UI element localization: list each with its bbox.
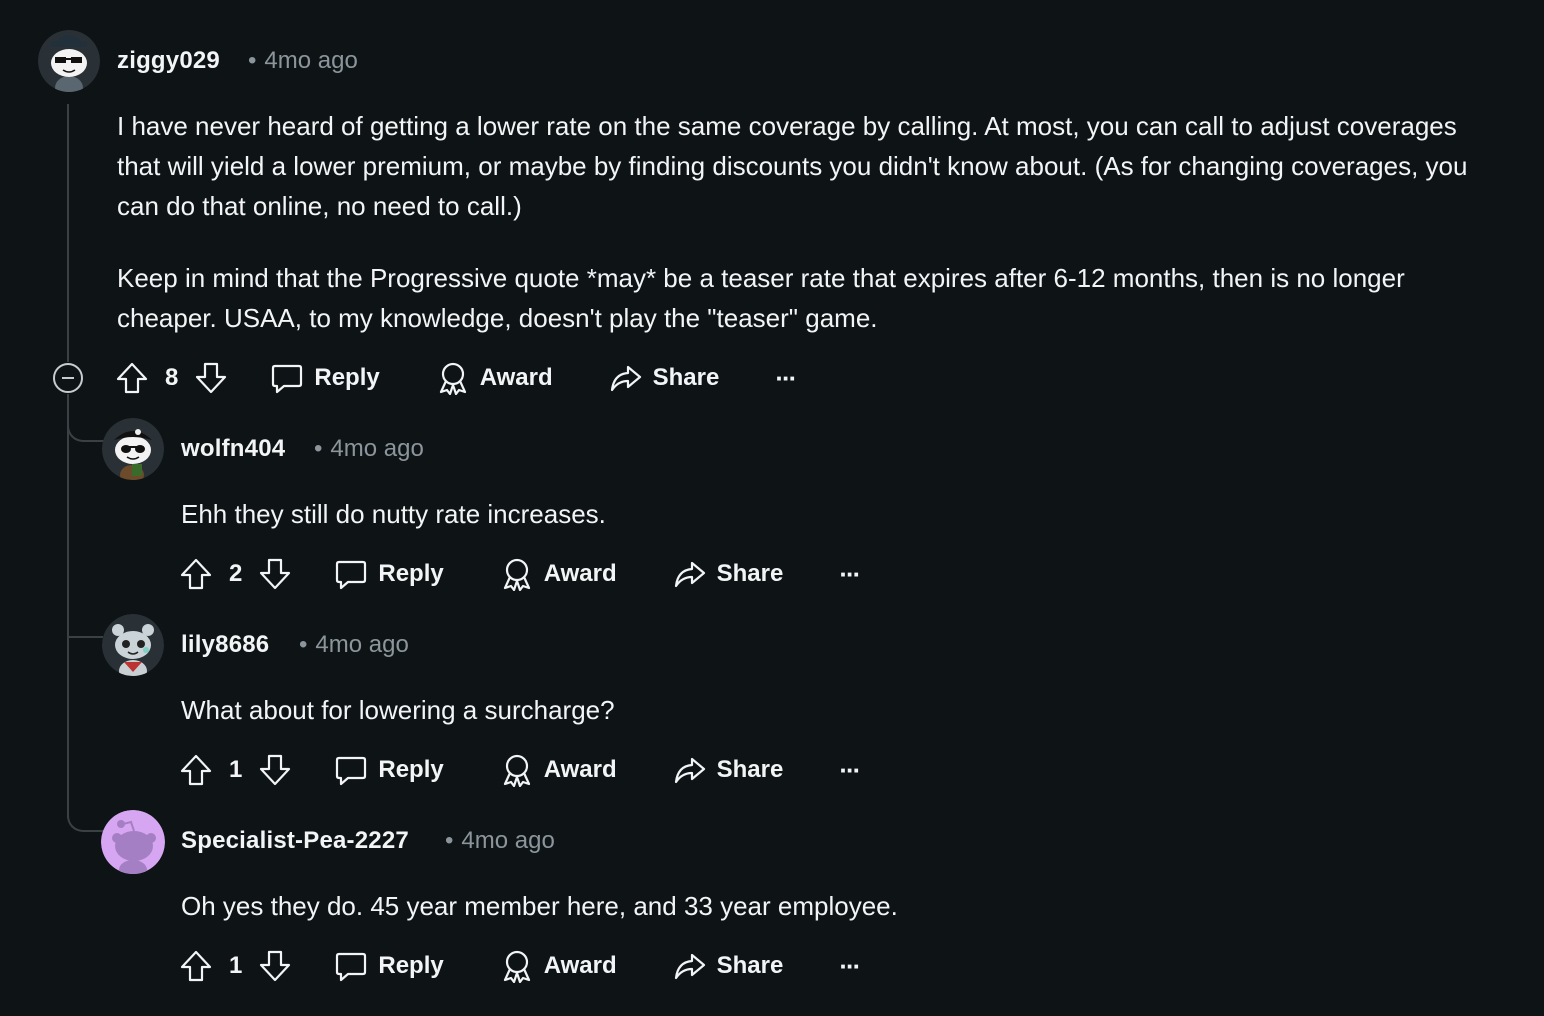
more-options-button[interactable]: ··· <box>775 363 797 394</box>
comment-bubble-icon <box>272 364 303 394</box>
award-button[interactable]: Award <box>500 753 617 787</box>
downvote-icon <box>260 950 291 982</box>
downvote-icon <box>196 362 227 394</box>
thread-elbow <box>67 790 105 832</box>
collapse-thread-button[interactable] <box>53 363 83 393</box>
comment-paragraph: I have never heard of getting a lower ra… <box>117 111 1468 221</box>
comment-body: What about for lowering a surcharge? <box>181 690 1481 730</box>
share-label: Share <box>716 756 784 783</box>
username[interactable]: wolfn404 <box>181 435 285 463</box>
downvote-button[interactable] <box>258 753 292 787</box>
reply-button[interactable]: Reply <box>334 949 444 983</box>
award-icon <box>503 754 530 787</box>
comment-meta: • 4mo ago <box>248 47 358 75</box>
timestamp[interactable]: 4mo ago <box>315 631 408 658</box>
thread-elbow <box>67 592 103 638</box>
username[interactable]: lily8686 <box>181 631 269 659</box>
more-options-button[interactable]: ··· <box>839 951 861 982</box>
username[interactable]: ziggy029 <box>117 47 220 75</box>
reply-button[interactable]: Reply <box>334 753 444 787</box>
upvote-button[interactable] <box>115 361 149 395</box>
upvote-button[interactable] <box>179 949 213 983</box>
username[interactable]: Specialist-Pea-2227 <box>181 827 409 855</box>
award-icon <box>503 950 530 983</box>
reply-label: Reply <box>378 952 444 979</box>
separator-dot: • <box>299 631 308 658</box>
score: 1 <box>229 952 243 979</box>
downvote-button[interactable] <box>194 361 228 395</box>
minus-icon <box>62 377 74 379</box>
comment-bubble-icon <box>336 952 367 982</box>
more-options-button[interactable]: ··· <box>839 559 861 590</box>
reply-button[interactable]: Reply <box>270 361 380 395</box>
award-icon <box>503 558 530 591</box>
comment-bubble-icon <box>336 560 367 590</box>
score: 2 <box>229 560 243 587</box>
more-options-button[interactable]: ··· <box>839 755 861 786</box>
downvote-button[interactable] <box>258 949 292 983</box>
avatar[interactable] <box>101 810 165 874</box>
upvote-icon <box>180 754 212 786</box>
reply-label: Reply <box>378 560 444 587</box>
award-label: Award <box>543 560 617 587</box>
comment-paragraph: Oh yes they do. 45 year member here, and… <box>181 891 898 921</box>
avatar[interactable] <box>102 418 164 480</box>
comment-paragraph: Keep in mind that the Progressive quote … <box>117 263 1405 333</box>
downvote-button[interactable] <box>258 557 292 591</box>
comment-body: I have never heard of getting a lower ra… <box>117 106 1497 338</box>
comment-meta: • 4mo ago <box>445 827 555 855</box>
thread-elbow <box>67 394 105 442</box>
timestamp[interactable]: 4mo ago <box>264 47 357 74</box>
share-label: Share <box>716 560 784 587</box>
separator-dot: • <box>445 827 454 854</box>
avatar[interactable] <box>38 30 100 92</box>
share-icon <box>610 365 641 392</box>
comment-action-bar: 2 Reply Award Share ··· <box>179 552 861 596</box>
award-button[interactable]: Award <box>436 361 553 395</box>
comment-body: Oh yes they do. 45 year member here, and… <box>181 886 1481 926</box>
award-button[interactable]: Award <box>500 949 617 983</box>
timestamp[interactable]: 4mo ago <box>461 827 554 854</box>
comment-action-bar: 1 Reply Award Share ··· <box>179 944 861 988</box>
upvote-button[interactable] <box>179 753 213 787</box>
score: 1 <box>229 756 243 783</box>
share-icon <box>674 757 705 784</box>
reply-button[interactable]: Reply <box>334 557 444 591</box>
downvote-icon <box>260 558 291 590</box>
share-button[interactable]: Share <box>673 949 784 983</box>
thread-line-main <box>67 104 69 362</box>
award-label: Award <box>543 952 617 979</box>
upvote-icon <box>180 950 212 982</box>
award-label: Award <box>543 756 617 783</box>
score: 8 <box>165 364 179 391</box>
comment-paragraph: Ehh they still do nutty rate increases. <box>181 499 606 529</box>
upvote-icon <box>180 558 212 590</box>
share-button[interactable]: Share <box>673 753 784 787</box>
reply-label: Reply <box>378 756 444 783</box>
upvote-icon <box>116 362 148 394</box>
downvote-icon <box>260 754 291 786</box>
separator-dot: • <box>314 435 323 462</box>
separator-dot: • <box>248 47 257 74</box>
award-label: Award <box>479 364 553 391</box>
comment-action-bar: 8 Reply Award Share ··· <box>115 356 797 400</box>
comment-body: Ehh they still do nutty rate increases. <box>181 494 1481 534</box>
share-icon <box>674 561 705 588</box>
share-button[interactable]: Share <box>673 557 784 591</box>
comment-bubble-icon <box>336 756 367 786</box>
comment-meta: • 4mo ago <box>314 435 424 463</box>
share-label: Share <box>652 364 720 391</box>
share-button[interactable]: Share <box>609 361 720 395</box>
share-label: Share <box>716 952 784 979</box>
upvote-button[interactable] <box>179 557 213 591</box>
avatar[interactable] <box>102 614 164 676</box>
comment-meta: • 4mo ago <box>299 631 409 659</box>
comment-action-bar: 1 Reply Award Share ··· <box>179 748 861 792</box>
award-button[interactable]: Award <box>500 557 617 591</box>
comment-paragraph: What about for lowering a surcharge? <box>181 695 615 725</box>
award-icon <box>439 362 466 395</box>
share-icon <box>674 953 705 980</box>
timestamp[interactable]: 4mo ago <box>330 435 423 462</box>
reply-label: Reply <box>314 364 380 391</box>
